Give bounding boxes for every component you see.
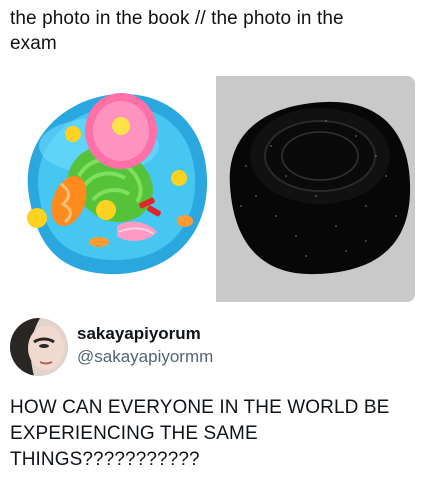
image-pair	[9, 76, 415, 302]
avatar-photo	[10, 318, 68, 376]
tweet-text: HOW CAN EVERYONE IN THE WORLD BE EXPERIE…	[10, 397, 390, 470]
tweet-author: sakayapiyorum @sakayapiyormm	[10, 318, 410, 378]
cell-diagram-svg	[27, 93, 208, 275]
user-handle[interactable]: @sakayapiyormm	[77, 347, 213, 367]
micrograph-svg	[216, 76, 415, 302]
exam-micrograph[interactable]	[216, 76, 415, 302]
display-name[interactable]: sakayapiyorum	[77, 324, 201, 344]
meme-caption: the photo in the book // the photo in th…	[10, 8, 344, 54]
avatar[interactable]	[10, 318, 68, 376]
book-cell-illustration[interactable]	[9, 76, 214, 302]
